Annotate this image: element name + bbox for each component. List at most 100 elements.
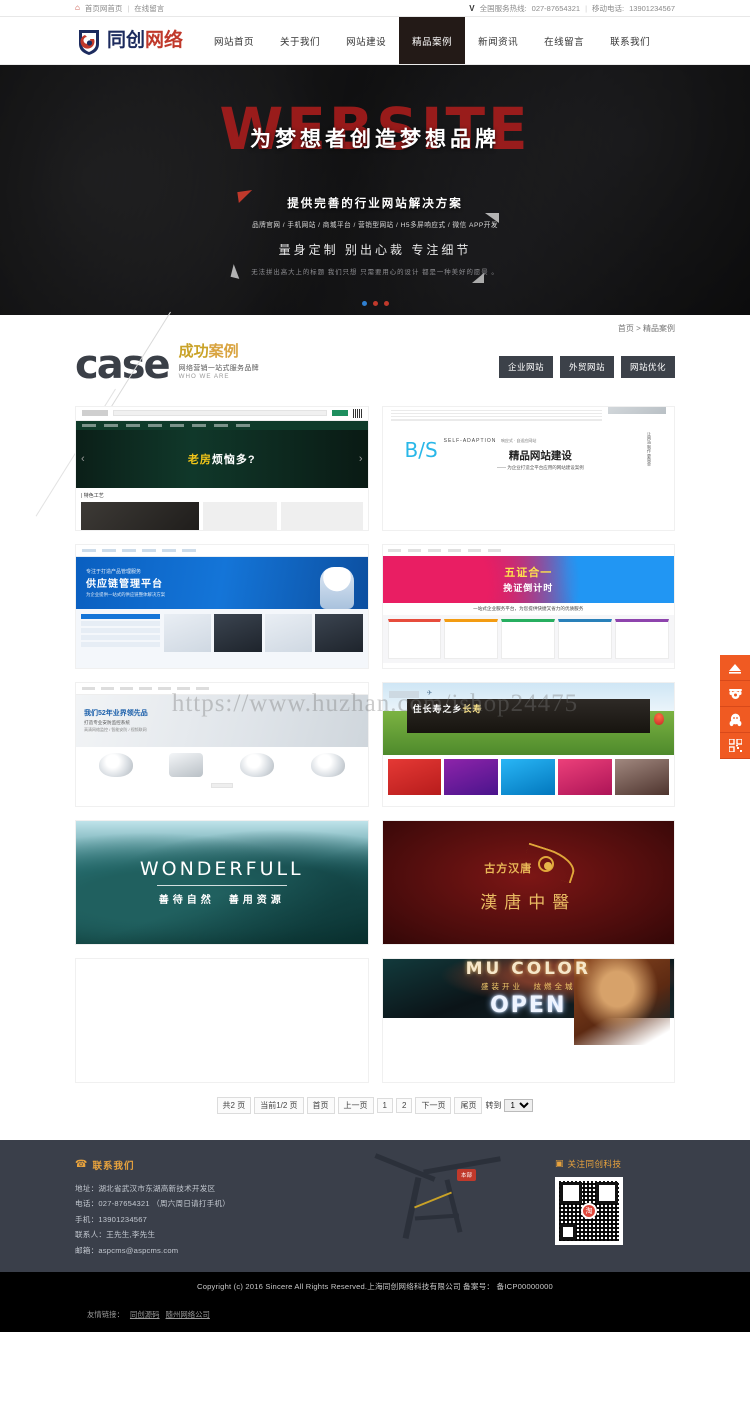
tab-foreign-trade-site[interactable]: 外贸网站 [559,355,614,378]
friendly-links-inner: 友情链接： 同创源码 随州网络公司 [75,1309,675,1320]
case-card-9[interactable]: 2010即将上市，敬请期待 [75,957,369,1083]
footer-map[interactable]: 本部 [365,1152,515,1247]
section-title: 成功案例 [179,343,259,361]
qr-code-button[interactable] [720,733,750,759]
thumb1-section: | 特色工艺 [76,488,368,530]
case-card-8[interactable]: 古方汉唐 漢唐中醫 [381,819,675,945]
case-card-7[interactable]: WONDERFULL 善待自然 善用资源 [75,819,369,945]
thumb3-line-1: 专注于打造产品管理服务 [86,568,142,575]
nav-item-cases[interactable]: 精品案例 [399,17,466,64]
page-number-2[interactable]: 2 [396,1097,413,1113]
banner-dot-2[interactable] [372,301,378,306]
banner-dot-1[interactable] [361,301,367,306]
top-separator-2: | [585,3,588,13]
thumb2-whitebox: B/S SELF-ADAPTION 响应式 · 自适应网站 精品网站建设 —— … [396,426,660,473]
site-logo[interactable]: 同创网络 [75,17,201,64]
thumb5-camera-row [76,747,368,783]
thumb3-line-2: 供应链管理平台 [86,578,163,590]
thumb2-text-lines [390,409,602,421]
case-thumb-5: 我们52年业界领先品 打造专业安防监控系统 高清网络监控 / 智能安防 / 视频… [76,682,368,806]
thumb5-line-3: 高清网络监控 / 智能安防 / 视频联网 [84,727,147,732]
thumb2-right-text: SELF-ADAPTION 响应式 · 自适应网站 精品网站建设 —— 为企业打… [444,429,637,471]
qq-chat-button[interactable] [720,707,750,733]
thumb5-topbar [76,682,368,695]
thumb6-logo [388,690,419,698]
thumb10-subtitle: 盛装开业 炫燃全城 [481,981,576,991]
thumb4-card-4 [558,618,613,659]
map-road-5 [414,1212,460,1221]
banner-dot-3[interactable] [383,301,389,306]
nav-item-message[interactable]: 在线留言 [531,17,597,64]
case-thumb-2: B/S SELF-ADAPTION 响应式 · 自适应网站 精品网站建设 —— … [382,406,674,473]
friendly-links-label: 友情链接： [87,1310,124,1320]
page-last[interactable]: 尾页 [454,1096,483,1114]
back-to-top-button[interactable] [720,655,750,681]
v-icon: V [469,3,475,13]
nav-item-news[interactable]: 新闻资讯 [465,17,531,64]
case-card-6[interactable]: ✈ 住长寿之乡长寿 [381,681,675,807]
section-title-accent: 案例 [208,343,239,360]
case-card-2[interactable]: B/S SELF-ADAPTION 响应式 · 自适应网站 精品网站建设 —— … [381,405,675,531]
breadcrumb-current: 精品案例 [643,324,675,333]
case-card-10[interactable]: MU COLOR 盛装开业 炫燃全城 OPEN [381,957,675,1083]
section-text-block: 成功案例 网络营销一站式服务品牌 WHO WE ARE [179,343,259,382]
section-header-left: case 成功案例 网络营销一站式服务品牌 WHO WE ARE [75,343,259,384]
case-thumb-6: ✈ 住长寿之乡长寿 [382,682,674,799]
thumb6-title-a: 住长寿之乡 [412,703,463,714]
logo-text-a: 同创 [107,29,146,51]
page-goto-select[interactable]: 1 [504,1098,534,1112]
tab-seo-optimization[interactable]: 网站优化 [620,355,675,378]
thumb1-qr-icon [352,408,362,418]
friendly-link-2[interactable]: 随州网络公司 [166,1309,210,1320]
thumb1-section-title: | 特色工艺 [81,492,104,499]
nav-item-about[interactable]: 关于我们 [267,17,333,64]
tab-enterprise-site[interactable]: 企业网站 [498,355,553,378]
case-card-1[interactable]: ‹ 老房烦恼多? › | 特色工艺 [75,405,369,531]
case-card-5[interactable]: 我们52年业界领先品 打造专业安防监控系统 高清网络监控 / 智能安防 / 视频… [75,681,369,807]
case-thumb-10: MU COLOR 盛装开业 炫燃全城 OPEN [382,958,674,1045]
footer-qr-title: 关注同创科技 [567,1158,622,1169]
nav-item-contact[interactable]: 联系我们 [597,17,663,64]
thumb4-card-1 [387,618,442,659]
top-home-link[interactable]: 首页网首页 [85,3,123,14]
pagination: 共2 页 当前1/2 页 首页 上一页 1 2 下一页 尾页 转到 1 [75,1096,675,1140]
phone-icon [728,687,743,700]
thumb6-tile-2 [444,758,499,795]
case-card-3[interactable]: 专注于打造产品管理服务 供应链管理平台 为企业提供一站式的供应链整体解决方案 [75,543,369,669]
page-next[interactable]: 下一页 [415,1096,452,1114]
home-icon: ⌂ [75,3,80,12]
friendly-link-1[interactable]: 同创源码 [130,1309,160,1320]
thumb5-camera-2 [169,752,204,777]
thumb10-brand: MU COLOR [465,958,591,979]
thumb2-bottom: 追梦者模板网络工作室 Zhuimengzhe Mu Ban Design 10年… [382,406,674,421]
footer-mobile: 手机：13901234567 [75,1214,148,1224]
nav-item-home[interactable]: 网站首页 [201,17,267,64]
top-message-link[interactable]: 在线留言 [134,3,164,14]
thumb5-camera-3 [240,752,275,777]
thumb6-tile-5 [615,758,670,795]
category-tabs: 企业网站 外贸网站 网站优化 [498,355,675,382]
case-thumb-8: 古方汉唐 漢唐中醫 [382,820,674,944]
nav-item-services[interactable]: 网站建设 [333,17,399,64]
thumb5-camera-4 [310,752,345,777]
page-number-1[interactable]: 1 [376,1097,393,1113]
thumb1-next-arrow-icon: › [358,452,363,465]
banner-dots [0,301,750,306]
thumb5-line-2: 打造专业安防监控系统 [84,720,130,725]
thumb1-card-a [81,501,200,530]
page-prev[interactable]: 上一页 [337,1096,374,1114]
telephone-button[interactable] [720,681,750,707]
friendly-links-bar: 友情链接： 同创源码 随州网络公司 [0,1301,750,1333]
thumb1-search-button [331,410,348,416]
section-header: case 成功案例 网络营销一站式服务品牌 WHO WE ARE 企业网站 外贸… [35,311,675,517]
thumb3-product-3 [264,613,313,652]
case-card-4[interactable]: 五证合一 挽证倒计时 一站式企业服务平台，为您提供快捷又省力的优质服务 [381,543,675,669]
thumb4-band: 一站式企业服务平台，为您提供快捷又省力的优质服务 [382,602,674,615]
thumb7-divider [156,885,287,886]
thumb3-product-1 [163,613,212,652]
page-first[interactable]: 首页 [306,1096,335,1114]
breadcrumb-home[interactable]: 首页 [618,324,634,333]
contact-icon: ☎ [75,1159,88,1170]
thumb8-circle-icon [538,855,555,872]
thumb1-card-b [203,501,278,530]
